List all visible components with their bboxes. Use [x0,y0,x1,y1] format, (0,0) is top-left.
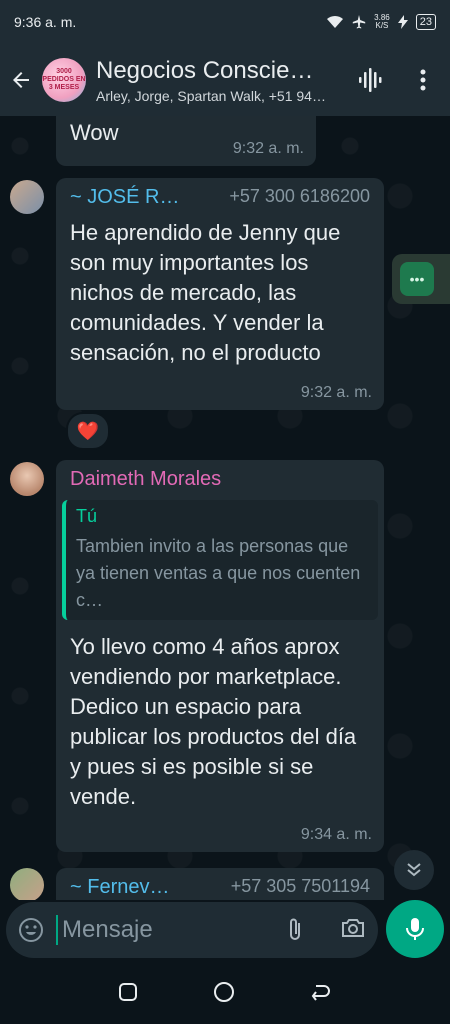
message-time: 9:32 a. m. [232,140,304,157]
sender-phone: +57 305 7501194 [230,876,370,896]
message-bubble[interactable]: ~ Fernev… +57 305 7501194 [56,868,384,900]
nav-back-button[interactable] [310,982,332,1007]
camera-icon [342,919,364,937]
avatar[interactable] [10,180,44,214]
quoted-message[interactable]: Tú Tambien invito a las personas que ya … [62,500,378,620]
network-speed-unit: K/S [375,21,389,30]
back-button[interactable] [0,50,42,110]
status-bar: 9:36 a. m. 3.86 K/S 23 [0,0,450,44]
chat-title-area[interactable]: Negocios Conscie… Arley, Jorge, Spartan … [96,57,346,104]
group-avatar[interactable]: 3000 PEDIDOS EN 3 MESES [42,58,86,102]
attach-icon [290,918,300,940]
message-text: Wow [70,120,119,145]
battery-level: 23 [415,14,436,30]
more-vert-icon [420,69,426,91]
message-bubble[interactable]: Wow 9:32 a. m. [56,116,316,166]
voice-message-button[interactable] [386,900,444,958]
attach-button[interactable] [284,916,306,949]
sender-name[interactable]: ~ JOSÉ R… [70,186,179,209]
floating-bubble[interactable]: ••• [392,254,450,304]
message-text: Yo llevo como 4 años aprox vendiendo por… [70,634,357,809]
home-button[interactable] [213,981,235,1008]
quote-text: Tambien invito a las personas que ya tie… [76,536,361,610]
more-options-button[interactable] [408,62,438,98]
message-bubble[interactable]: Daimeth Morales Tú Tambien invito a las … [56,460,384,852]
emoji-icon [19,918,43,942]
emoji-button[interactable] [6,917,56,943]
recent-apps-button[interactable] [118,982,138,1007]
home-icon [213,981,234,1002]
status-icons: 3.86 K/S 23 [326,14,436,30]
camera-button[interactable] [340,916,366,945]
voice-chat-button[interactable] [354,62,386,98]
heart-reaction-icon: ❤️ [76,420,100,441]
chat-title: Negocios Conscie… [96,56,314,84]
system-navigation-bar [0,964,450,1024]
message-composer [6,902,378,958]
voice-wave-icon [359,68,382,92]
sender-name[interactable]: Daimeth Morales [70,468,221,491]
chevron-down-double-icon [407,863,421,877]
group-avatar-text: 3000 PEDIDOS EN 3 MESES [42,68,86,91]
status-time: 9:36 a. m. [14,14,77,30]
mic-icon [406,918,424,940]
airplane-icon [352,15,366,29]
message-bubble[interactable]: ~ JOSÉ R… +57 300 6186200 He aprendido d… [56,178,384,410]
sender-phone: +57 300 6186200 [229,186,370,206]
avatar[interactable] [10,462,44,496]
chat-head-icon: ••• [400,262,434,296]
chat-messages[interactable]: Wow 9:32 a. m. ~ JOSÉ R… +57 300 6186200… [0,116,450,900]
message-input[interactable] [56,915,274,945]
nav-back-icon [312,984,331,1001]
recents-icon [118,982,137,1001]
avatar[interactable] [10,868,44,900]
sender-name[interactable]: ~ Fernev… [70,876,169,899]
message-reaction[interactable]: ❤️ [66,412,110,450]
message-text: He aprendido de Jenny que son muy import… [70,220,341,365]
message-time: 9:32 a. m. [300,384,372,401]
back-arrow-icon [13,72,29,88]
charging-icon [397,15,408,29]
message-time: 9:34 a. m. [300,826,372,843]
quote-author: Tú [76,506,98,526]
wifi-icon [327,15,344,28]
scroll-to-bottom-button[interactable] [394,850,434,890]
chat-header: 3000 PEDIDOS EN 3 MESES Negocios Conscie… [0,44,450,116]
chat-participants: Arley, Jorge, Spartan Walk, +51 94… [96,87,326,104]
